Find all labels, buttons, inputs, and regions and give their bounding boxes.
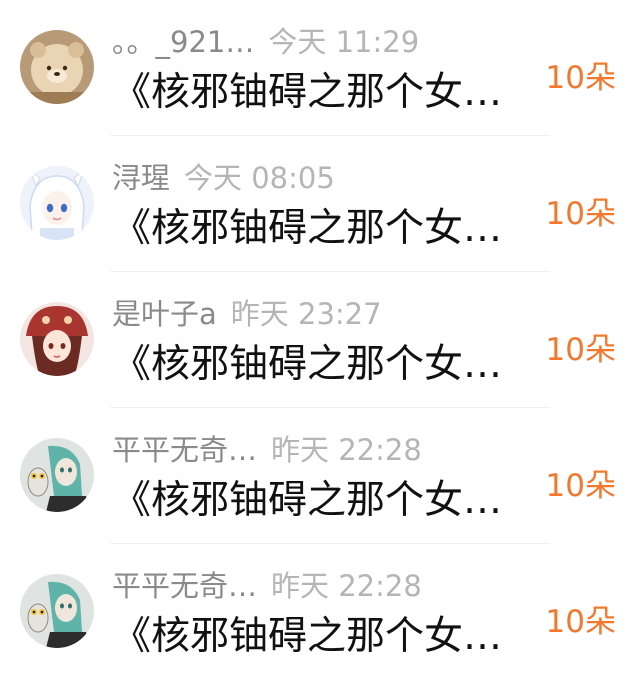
row-meta: 平平无奇… 昨天 22:28 bbox=[112, 566, 422, 606]
flower-count: 10朵 bbox=[545, 332, 616, 368]
green-hair-owl-avatar-icon[interactable] bbox=[20, 438, 94, 512]
message-preview[interactable]: 《核邪铀碍之那个女… bbox=[112, 203, 537, 255]
message-preview[interactable]: 《核邪铀碍之那个女… bbox=[112, 611, 537, 663]
row-meta: 是叶子a 昨天 23:27 bbox=[112, 294, 382, 334]
timestamp: 昨天 23:27 bbox=[230, 297, 382, 331]
anime-girl-avatar-icon[interactable] bbox=[20, 166, 94, 240]
username[interactable]: 平平无奇… bbox=[112, 433, 257, 467]
username[interactable]: 浔瑆 bbox=[112, 161, 170, 195]
message-preview[interactable]: 《核邪铀碍之那个女… bbox=[112, 67, 537, 119]
green-hair-owl-avatar-icon[interactable] bbox=[20, 574, 94, 648]
list-item[interactable]: 。。_921… 今天 11:29 《核邪铀碍之那个女… 10朵 bbox=[0, 0, 640, 136]
list-item[interactable]: 平平无奇… 昨天 22:28 《核邪铀碍之那个女… 10朵 bbox=[0, 408, 640, 544]
message-preview[interactable]: 《核邪铀碍之那个女… bbox=[112, 339, 537, 391]
timestamp: 今天 11:29 bbox=[268, 25, 420, 59]
red-hat-girl-avatar-icon[interactable] bbox=[20, 302, 94, 376]
flower-count: 10朵 bbox=[545, 604, 616, 640]
username[interactable]: 平平无奇… bbox=[112, 569, 257, 603]
username[interactable]: 是叶子a bbox=[112, 297, 217, 331]
timestamp: 昨天 22:28 bbox=[271, 433, 422, 467]
flower-count: 10朵 bbox=[545, 196, 616, 232]
list-item[interactable]: 平平无奇… 昨天 22:28 《核邪铀碍之那个女… 10朵 bbox=[0, 544, 640, 680]
flower-count: 10朵 bbox=[545, 60, 616, 96]
row-meta: 平平无奇… 昨天 22:28 bbox=[112, 430, 422, 470]
list-item[interactable]: 是叶子a 昨天 23:27 《核邪铀碍之那个女… 10朵 bbox=[0, 272, 640, 408]
timestamp: 今天 08:05 bbox=[184, 161, 335, 195]
gift-list: 。。_921… 今天 11:29 《核邪铀碍之那个女… 10朵 浔瑆 今天 08:0… bbox=[0, 0, 640, 669]
flower-count: 10朵 bbox=[545, 468, 616, 504]
timestamp: 昨天 22:28 bbox=[271, 569, 422, 603]
row-meta: 浔瑆 今天 08:05 bbox=[112, 158, 335, 198]
message-preview[interactable]: 《核邪铀碍之那个女… bbox=[112, 475, 537, 527]
username[interactable]: 。。_921… bbox=[112, 25, 254, 59]
row-meta: 。。_921… 今天 11:29 bbox=[112, 22, 419, 62]
list-item[interactable]: 浔瑆 今天 08:05 《核邪铀碍之那个女… 10朵 bbox=[0, 136, 640, 272]
bear-hat-avatar-icon[interactable] bbox=[20, 30, 94, 104]
